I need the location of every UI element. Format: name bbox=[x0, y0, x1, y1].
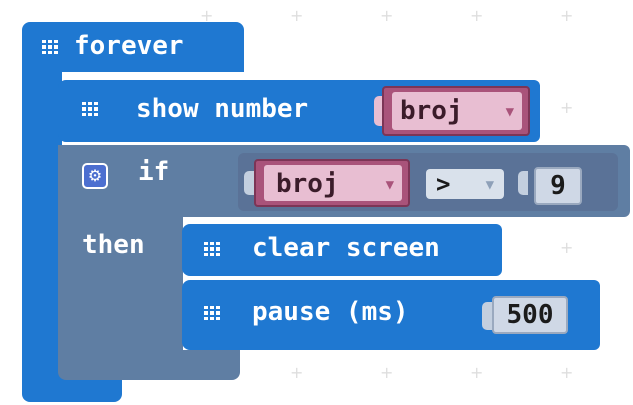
variable-dropdown[interactable]: broj ▼ bbox=[382, 86, 530, 136]
grid-mark: + bbox=[560, 363, 574, 382]
forever-block[interactable]: forever bbox=[22, 22, 244, 72]
operator-symbol: > bbox=[436, 170, 451, 198]
number-input[interactable]: 9 bbox=[534, 167, 582, 205]
variable-name: broj bbox=[276, 169, 339, 199]
chevron-down-icon: ▼ bbox=[485, 177, 494, 193]
chevron-down-icon: ▼ bbox=[505, 104, 514, 120]
clear-screen-block[interactable]: clear screen bbox=[182, 224, 502, 276]
number-input[interactable]: 500 bbox=[492, 296, 568, 334]
grid-mark: + bbox=[560, 238, 574, 257]
grid-mark: + bbox=[560, 98, 574, 117]
input-socket bbox=[482, 302, 492, 330]
grid-mark: + bbox=[290, 363, 304, 382]
if-then-block[interactable]: ⚙ if broj ▼ > ▼ 9 bbox=[58, 145, 630, 217]
if-label: if bbox=[138, 157, 170, 187]
number-value: 500 bbox=[506, 300, 554, 330]
gear-icon[interactable]: ⚙ bbox=[82, 163, 108, 189]
show-number-label: show number bbox=[136, 94, 309, 124]
grid-icon bbox=[204, 306, 220, 320]
variable-dropdown[interactable]: broj ▼ bbox=[254, 159, 410, 207]
pause-label: pause (ms) bbox=[252, 297, 409, 327]
forever-block-arm bbox=[22, 70, 62, 392]
grid-mark: + bbox=[560, 6, 574, 25]
forever-label: forever bbox=[74, 31, 184, 61]
grid-mark: + bbox=[290, 6, 304, 25]
grid-mark: + bbox=[380, 363, 394, 382]
pause-block[interactable]: pause (ms) 500 bbox=[182, 280, 600, 350]
clear-screen-label: clear screen bbox=[252, 233, 440, 263]
if-then-block-footer bbox=[58, 350, 240, 380]
number-value: 9 bbox=[550, 171, 566, 201]
show-number-block[interactable]: show number broj ▼ bbox=[58, 80, 540, 142]
grid-mark: + bbox=[470, 6, 484, 25]
grid-mark: + bbox=[470, 363, 484, 382]
input-socket bbox=[518, 171, 528, 195]
chevron-down-icon: ▼ bbox=[385, 177, 394, 193]
grid-icon bbox=[82, 102, 98, 116]
grid-mark: + bbox=[380, 6, 394, 25]
input-socket bbox=[244, 171, 254, 195]
grid-icon bbox=[204, 242, 220, 256]
variable-name: broj bbox=[400, 96, 463, 126]
grid-icon bbox=[42, 40, 58, 54]
blocks-workspace[interactable]: + + + + + + + + + + + forever show numbe… bbox=[0, 0, 633, 405]
operator-dropdown[interactable]: > ▼ bbox=[426, 169, 504, 199]
then-label: then bbox=[82, 230, 145, 260]
comparison-block[interactable]: broj ▼ > ▼ 9 bbox=[238, 153, 618, 211]
